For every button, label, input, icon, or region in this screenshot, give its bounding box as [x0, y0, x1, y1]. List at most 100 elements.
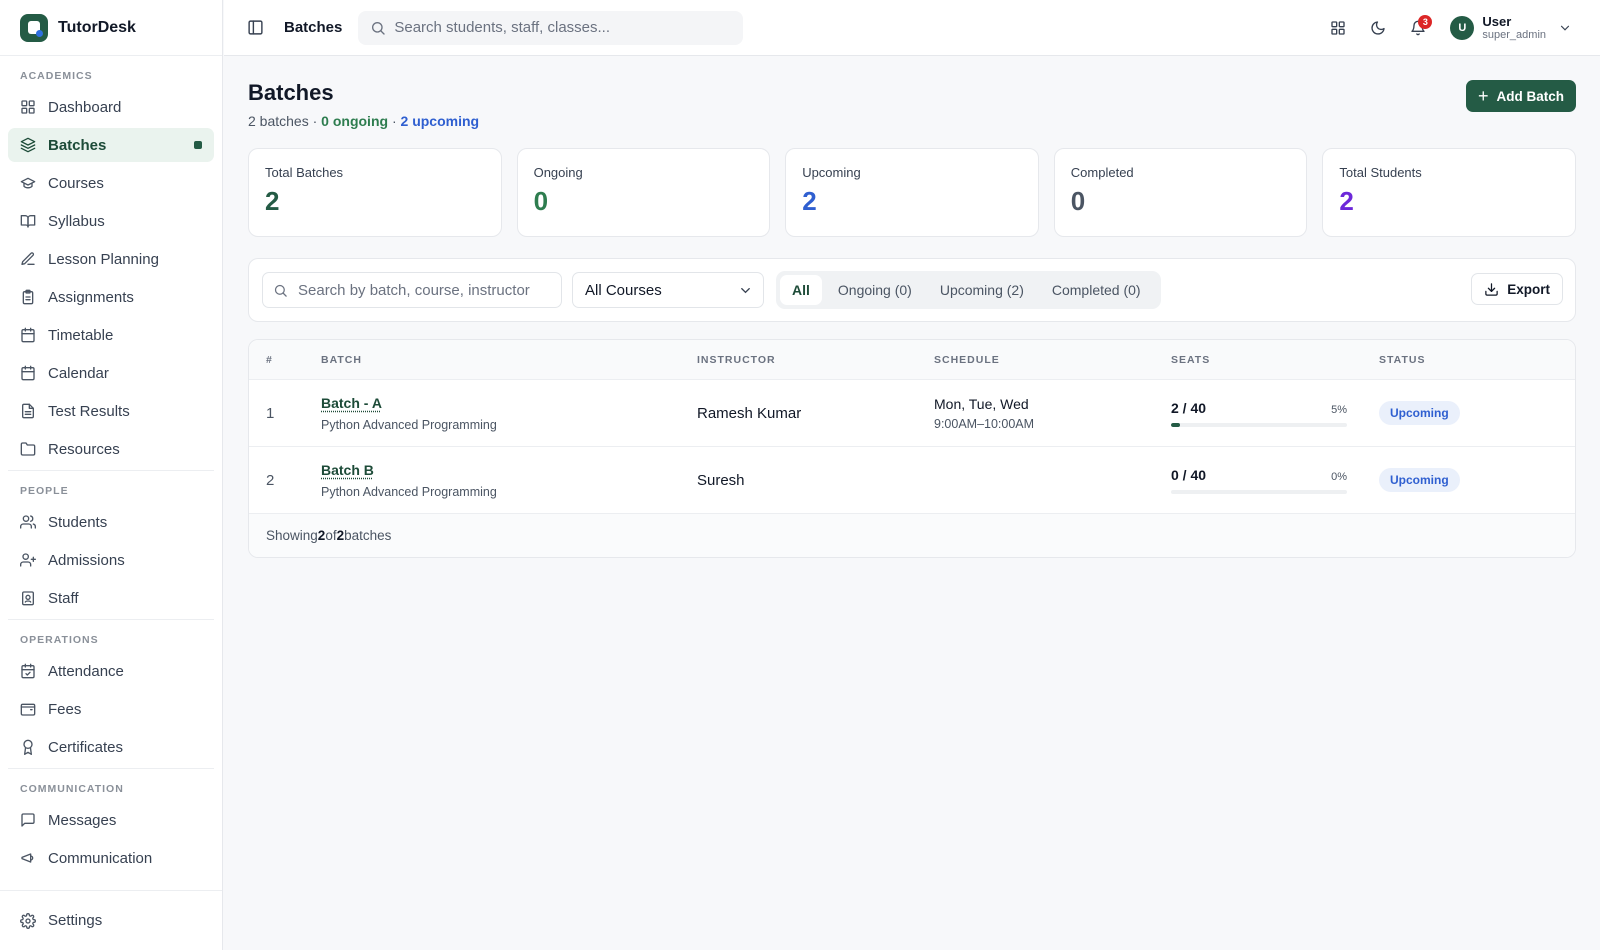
global-search-placeholder: Search students, staff, classes... [394, 19, 611, 36]
download-icon [1485, 282, 1498, 296]
sidebar-item-staff[interactable]: Staff [8, 581, 214, 615]
nav-section-people: PEOPLE Students Admissions Staff [8, 470, 214, 615]
batches-table: # BATCH INSTRUCTOR SCHEDULE SEATS STATUS 1 Bat… [248, 339, 1576, 558]
footer-mid: of [325, 528, 337, 543]
course-select[interactable]: All Courses [572, 272, 764, 308]
filter-bar: Search by batch, course, instructor All … [248, 258, 1576, 322]
instructor-cell: Ramesh Kumar [697, 404, 802, 422]
stat-value: 0 [1070, 186, 1086, 216]
seats-count: 2 / 40 [1171, 399, 1207, 416]
search-icon [274, 284, 287, 297]
sidebar-item-courses[interactable]: Courses [8, 166, 214, 200]
nav-section-heading: COMMUNICATION [20, 783, 124, 795]
sidebar-item-label: Syllabus [48, 212, 105, 230]
stat-label: Total Batches [265, 165, 344, 180]
seats-percent: 5% [1331, 403, 1347, 416]
calendar-check-icon [20, 663, 36, 679]
sidebar-item-label: Staff [48, 589, 79, 607]
nav-section-academics: ACADEMICS Dashboard Batches Courses Syllabus… [0, 56, 222, 466]
stats-row: Total Batches 2 Ongoing 0 Upcoming 2 Completed… [248, 148, 1576, 237]
stat-value: 0 [533, 186, 549, 216]
column-header-schedule: SCHEDULE [934, 353, 1000, 366]
sidebar-item-settings[interactable]: Settings [0, 890, 222, 950]
sidebar-item-label: Attendance [48, 662, 124, 680]
tab-upcoming[interactable]: Upcoming (2) [928, 275, 1036, 305]
notification-badge: 3 [1418, 15, 1433, 29]
sidebar-item-certificates[interactable]: Certificates [8, 730, 214, 764]
status-badge: Upcoming [1379, 401, 1460, 425]
sidebar-item-batches[interactable]: Batches [8, 128, 214, 162]
sidebar-item-timetable[interactable]: Timetable [8, 318, 214, 352]
export-button[interactable]: Export [1471, 273, 1563, 305]
sidebar-item-label: Fees [48, 700, 82, 718]
user-menu[interactable]: U User super_admin [1450, 14, 1572, 42]
table-row[interactable]: 2 Batch B Python Advanced Programming Sures… [249, 447, 1575, 514]
status-cell: Upcoming [1379, 401, 1460, 425]
sidebar-item-lesson-planning[interactable]: Lesson Planning [8, 242, 214, 276]
message-icon [20, 812, 36, 828]
status-badge: Upcoming [1379, 468, 1460, 492]
sidebar-item-label: Timetable [48, 326, 114, 344]
batch-search-input[interactable]: Search by batch, course, instructor [262, 272, 562, 308]
stat-card-upcoming: Upcoming 2 [785, 148, 1039, 237]
sidebar-item-fees[interactable]: Fees [8, 692, 214, 726]
book-open-icon [20, 213, 36, 229]
sidebar-item-assignments[interactable]: Assignments [8, 280, 214, 314]
upcoming-count-text: 2 upcoming [400, 113, 480, 129]
notifications-button[interactable]: 3 [1402, 12, 1434, 44]
topbar: Batches Search students, staff, classes.… [224, 0, 1600, 56]
table-row[interactable]: 1 Batch - A Python Advanced Programming Ram… [249, 380, 1575, 447]
column-header-batch: BATCH [321, 353, 362, 366]
user-plus-icon [20, 552, 36, 568]
brand[interactable]: TutorDesk [0, 0, 222, 56]
batch-search-placeholder: Search by batch, course, instructor [298, 281, 530, 299]
sidebar-item-test-results[interactable]: Test Results [8, 394, 214, 428]
global-search-input[interactable]: Search students, staff, classes... [358, 10, 744, 45]
table-header: # BATCH INSTRUCTOR SCHEDULE SEATS STATUS [249, 340, 1575, 380]
stat-card-total-students: Total Students 2 [1322, 148, 1576, 237]
sidebar-item-dashboard[interactable]: Dashboard [8, 90, 214, 124]
sidebar-item-messages[interactable]: Messages [8, 803, 214, 837]
sidebar-item-label: Batches [48, 136, 107, 154]
tab-completed[interactable]: Completed (0) [1040, 275, 1153, 305]
tab-all[interactable]: All [780, 275, 822, 305]
sidebar-item-label: Resources [48, 440, 120, 458]
schedule-days: Mon, Tue, Wed [934, 395, 1029, 412]
add-batch-label: Add Batch [1496, 88, 1565, 104]
stat-label: Upcoming [802, 165, 861, 180]
sidebar-item-label: Courses [48, 174, 104, 192]
sidebar-item-communication[interactable]: Communication [8, 841, 214, 875]
instructor-cell: Suresh [697, 471, 745, 489]
moon-icon [1371, 21, 1386, 35]
sidebar-item-resources[interactable]: Resources [8, 432, 214, 466]
brand-logo-icon [20, 13, 48, 42]
batch-name-link[interactable]: Batch - A [321, 395, 382, 411]
topbar-title: Batches [284, 19, 343, 36]
sidebar: TutorDesk ACADEMICS Dashboard Batches Cours… [0, 0, 223, 950]
sidebar-item-label: Calendar [48, 364, 109, 382]
stat-card-ongoing: Ongoing 0 [516, 148, 771, 237]
row-number: 1 [266, 404, 275, 422]
nav-section-heading: ACADEMICS [20, 70, 93, 82]
sidebar-item-calendar[interactable]: Calendar [8, 356, 214, 390]
sidebar-nav: ACADEMICS Dashboard Batches Courses Syllabus… [0, 56, 222, 890]
apps-button[interactable] [1322, 12, 1354, 44]
seats-count: 0 / 40 [1171, 466, 1207, 483]
sidebar-item-syllabus[interactable]: Syllabus [8, 204, 214, 238]
theme-toggle-button[interactable] [1362, 12, 1394, 44]
batch-cell: Batch B Python Advanced Programming [321, 462, 697, 499]
topbar-actions: 3 U User super_admin [1322, 0, 1600, 56]
sidebar-item-label: Test Results [48, 402, 130, 420]
sidebar-item-students[interactable]: Students [8, 505, 214, 539]
stat-label: Ongoing [533, 165, 583, 180]
tab-ongoing[interactable]: Ongoing (0) [826, 275, 924, 305]
graduation-cap-icon [20, 175, 36, 191]
batch-name-link[interactable]: Batch B [321, 462, 374, 478]
sidebar-item-attendance[interactable]: Attendance [8, 654, 214, 688]
add-batch-button[interactable]: + Add Batch [1465, 80, 1576, 112]
sidebar-item-admissions[interactable]: Admissions [8, 543, 214, 577]
sidebar-toggle-button[interactable] [242, 15, 268, 41]
footer-suffix: batches [344, 528, 392, 543]
panel-left-icon [247, 20, 263, 35]
award-icon [20, 739, 36, 755]
